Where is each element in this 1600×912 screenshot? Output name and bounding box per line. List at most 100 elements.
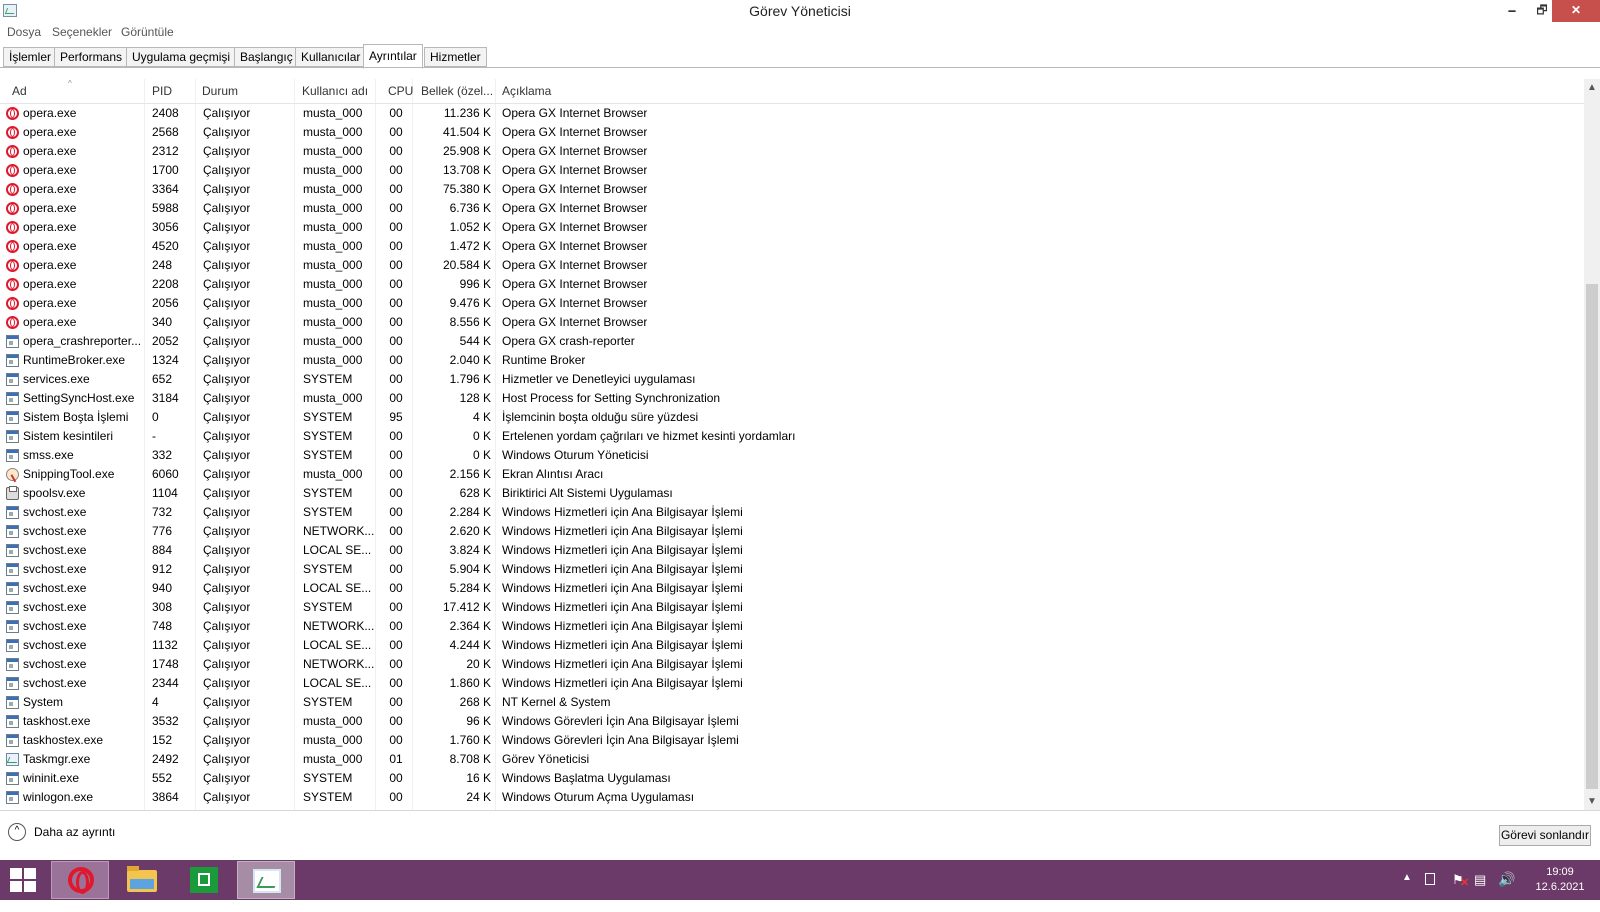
end-task-button[interactable]: Görevi sonlandır	[1499, 825, 1591, 846]
start-icon[interactable]	[10, 868, 36, 892]
network-icon[interactable]: ▤	[1474, 872, 1486, 912]
column-header-status[interactable]: Durum	[202, 84, 238, 98]
process-pid: 2492	[152, 752, 179, 766]
column-header-pid[interactable]: PID	[152, 84, 172, 98]
taskbar-file-explorer[interactable]	[113, 861, 171, 899]
close-button[interactable]: ✕	[1552, 0, 1600, 22]
table-row[interactable]: SettingSyncHost.exe 3184 Çalışıyor musta_00…	[0, 389, 1584, 408]
clock-date: 12.6.2021	[1535, 881, 1585, 893]
clock[interactable]: 19:09 12.6.2021	[1530, 865, 1590, 895]
table-row[interactable]: opera.exe 2056 Çalışıyor musta_000 00 9.476 K…	[0, 294, 1584, 313]
table-row[interactable]: opera.exe 340 Çalışıyor musta_000 00 8.556 K O…	[0, 313, 1584, 332]
scrollbar-thumb[interactable]	[1586, 284, 1598, 789]
table-row[interactable]: svchost.exe 884 Çalışıyor LOCAL SE... 00 3.82…	[0, 541, 1584, 560]
less-details-link[interactable]: Daha az ayrıntı	[34, 825, 115, 839]
taskbar-store[interactable]	[175, 861, 233, 899]
process-user: SYSTEM	[303, 410, 353, 424]
process-memory: 4.244 K	[449, 638, 491, 652]
table-row[interactable]: opera.exe 2568 Çalışıyor musta_000 00 41.504 …	[0, 123, 1584, 142]
column-header-description[interactable]: Açıklama	[502, 84, 551, 98]
tab-performance[interactable]: Performans	[54, 47, 129, 67]
table-row[interactable]: opera.exe 2208 Çalışıyor musta_000 00 996 K Op…	[0, 275, 1584, 294]
process-name: opera.exe	[23, 201, 77, 215]
action-center-icon[interactable]	[1425, 873, 1435, 885]
table-row[interactable]: opera.exe 2312 Çalışıyor musta_000 00 25.908 …	[0, 142, 1584, 161]
process-user: musta_000	[303, 315, 363, 329]
table-row[interactable]: opera.exe 1700 Çalışıyor musta_000 00 13.708 …	[0, 161, 1584, 180]
table-row[interactable]: taskhostex.exe 152 Çalışıyor musta_000 00 1.7…	[0, 731, 1584, 750]
menu-options[interactable]: Seçenekler	[52, 25, 112, 39]
tab-users[interactable]: Kullanıcılar	[295, 47, 367, 67]
column-header-memory[interactable]: Bellek (özel...	[421, 84, 493, 98]
column-header-name[interactable]: Ad	[12, 84, 27, 98]
application-icon	[6, 335, 19, 348]
table-row[interactable]: spoolsv.exe 1104 Çalışıyor SYSTEM 00 628 K Bir…	[0, 484, 1584, 503]
table-row[interactable]: Sistem Boşta İşlemi 0 Çalışıyor SYSTEM 95 4 K…	[0, 408, 1584, 427]
tab-app-history[interactable]: Uygulama geçmişi	[126, 47, 237, 67]
table-row[interactable]: System 4 Çalışıyor SYSTEM 00 268 K NT Kernel &…	[0, 693, 1584, 712]
table-row[interactable]: svchost.exe 776 Çalışıyor NETWORK... 00 2.620…	[0, 522, 1584, 541]
table-row[interactable]: wininit.exe 552 Çalışıyor SYSTEM 00 16 K Windo…	[0, 769, 1584, 788]
table-row[interactable]: Taskmgr.exe 2492 Çalışıyor musta_000 01 8.708…	[0, 750, 1584, 769]
taskbar-task-manager[interactable]	[237, 861, 295, 899]
process-user: SYSTEM	[303, 505, 353, 519]
process-memory: 128 K	[459, 391, 491, 405]
table-row[interactable]: svchost.exe 308 Çalışıyor SYSTEM 00 17.412 K W…	[0, 598, 1584, 617]
table-row[interactable]: svchost.exe 2344 Çalışıyor LOCAL SE... 00 1.8…	[0, 674, 1584, 693]
table-row[interactable]: svchost.exe 912 Çalışıyor SYSTEM 00 5.904 K Wi…	[0, 560, 1584, 579]
column-header-user[interactable]: Kullanıcı adı	[302, 84, 368, 98]
menu-view[interactable]: Görüntüle	[121, 25, 174, 39]
table-row[interactable]: opera.exe 5988 Çalışıyor musta_000 00 6.736 K…	[0, 199, 1584, 218]
table-row[interactable]: svchost.exe 940 Çalışıyor LOCAL SE... 00 5.28…	[0, 579, 1584, 598]
process-memory: 75.380 K	[442, 182, 491, 196]
table-row[interactable]: opera.exe 248 Çalışıyor musta_000 00 20.584 K…	[0, 256, 1584, 275]
flag-icon[interactable]: ⚑ ✕	[1452, 872, 1469, 912]
process-cpu: 00	[389, 524, 403, 538]
process-cpu: 00	[389, 163, 403, 177]
table-row[interactable]: services.exe 652 Çalışıyor SYSTEM 00 1.796 K H…	[0, 370, 1584, 389]
menu-file[interactable]: Dosya	[7, 25, 41, 39]
process-user: musta_000	[303, 182, 363, 196]
show-hidden-icons-icon[interactable]: ▲	[1402, 872, 1412, 912]
process-name: svchost.exe	[23, 581, 87, 595]
process-pid: 3532	[152, 714, 179, 728]
tab-startup[interactable]: Başlangıç	[234, 47, 299, 67]
table-row[interactable]: opera.exe 3056 Çalışıyor musta_000 00 1.052 K…	[0, 218, 1584, 237]
table-row[interactable]: smss.exe 332 Çalışıyor SYSTEM 00 0 K Windows O…	[0, 446, 1584, 465]
scroll-up-icon[interactable]: ▲	[1584, 79, 1600, 96]
minimize-button[interactable]: 🗕	[1497, 0, 1527, 22]
table-row[interactable]: opera.exe 4520 Çalışıyor musta_000 00 1.472 K…	[0, 237, 1584, 256]
process-pid: 3056	[152, 220, 179, 234]
process-cpu: 00	[389, 391, 403, 405]
chevron-up-icon[interactable]: ^	[8, 823, 26, 841]
table-row[interactable]: opera.exe 3364 Çalışıyor musta_000 00 75.380 …	[0, 180, 1584, 199]
tab-services[interactable]: Hizmetler	[424, 47, 487, 67]
process-cpu: 01	[389, 752, 403, 766]
column-header-cpu[interactable]: CPU	[388, 84, 413, 98]
table-row[interactable]: svchost.exe 1132 Çalışıyor LOCAL SE... 00 4.2…	[0, 636, 1584, 655]
scroll-down-icon[interactable]: ▼	[1584, 793, 1600, 810]
table-row[interactable]: RuntimeBroker.exe 1324 Çalışıyor musta_000 0…	[0, 351, 1584, 370]
table-row[interactable]: opera_crashreporter.... 2052 Çalışıyor must…	[0, 332, 1584, 351]
table-row[interactable]: winlogon.exe 3864 Çalışıyor SYSTEM 00 24 K Win…	[0, 788, 1584, 807]
table-row[interactable]: opera.exe 2408 Çalışıyor musta_000 00 11.236 …	[0, 104, 1584, 123]
tab-details[interactable]: Ayrıntılar	[363, 44, 423, 69]
process-pid: 2568	[152, 125, 179, 139]
process-pid: 248	[152, 258, 173, 272]
process-memory: 6.736 K	[449, 201, 491, 215]
table-row[interactable]: svchost.exe 748 Çalışıyor NETWORK... 00 2.364…	[0, 617, 1584, 636]
table-row[interactable]: Sistem kesintileri - Çalışıyor SYSTEM 00 0 K E…	[0, 427, 1584, 446]
taskbar-opera[interactable]	[51, 861, 109, 899]
table-row[interactable]: taskhost.exe 3532 Çalışıyor musta_000 00 96 K…	[0, 712, 1584, 731]
tab-processes[interactable]: İşlemler	[3, 47, 58, 67]
vertical-scrollbar[interactable]: ▲ ▼	[1584, 79, 1600, 810]
process-cpu: 00	[389, 182, 403, 196]
table-row[interactable]: svchost.exe 732 Çalışıyor SYSTEM 00 2.284 K Wi…	[0, 503, 1584, 522]
volume-icon[interactable]: 🔊	[1498, 871, 1515, 911]
table-row[interactable]: svchost.exe 1748 Çalışıyor NETWORK... 00 20 K…	[0, 655, 1584, 674]
process-user: musta_000	[303, 125, 363, 139]
process-pid: 3184	[152, 391, 179, 405]
table-row[interactable]: SnippingTool.exe 6060 Çalışıyor musta_000 00…	[0, 465, 1584, 484]
process-cpu: 00	[389, 448, 403, 462]
process-status: Çalışıyor	[203, 391, 251, 405]
